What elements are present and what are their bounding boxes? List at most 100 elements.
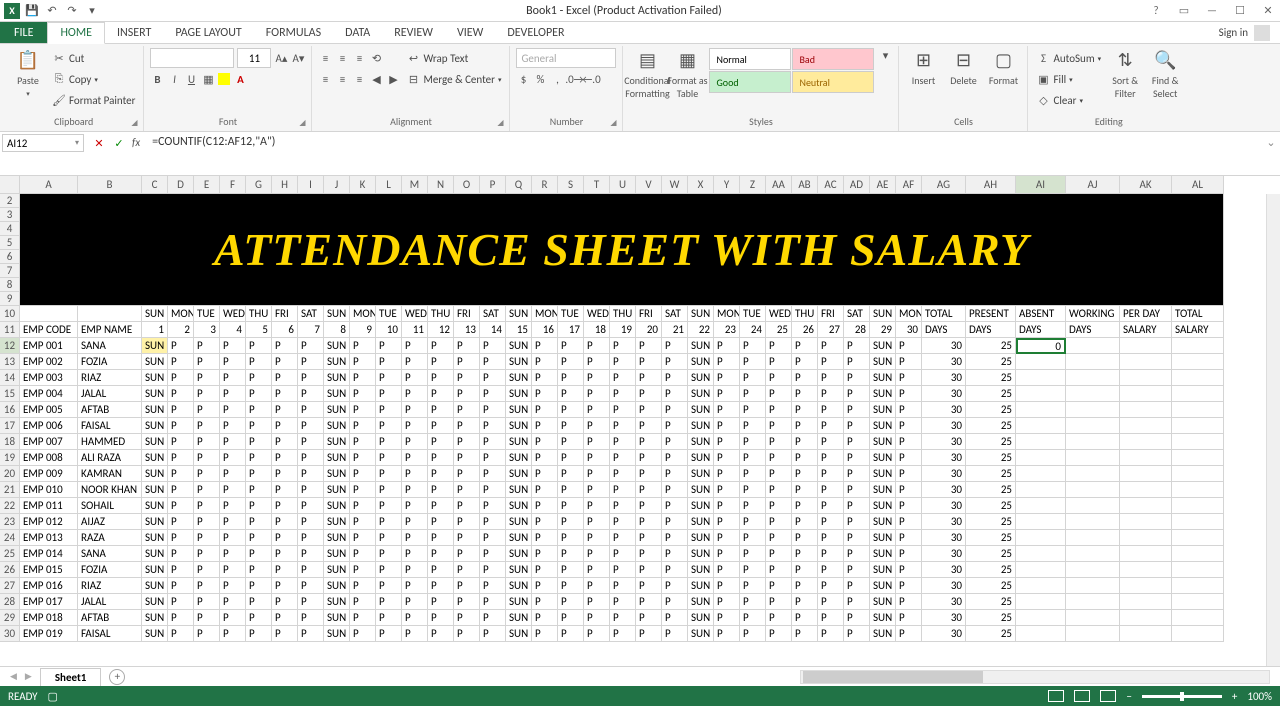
cell[interactable]: P <box>532 610 558 626</box>
fx-icon[interactable]: fx <box>132 136 140 149</box>
cell[interactable]: P <box>766 434 792 450</box>
cell[interactable]: SUN <box>870 578 896 594</box>
row-header[interactable]: 11 <box>0 322 20 338</box>
cell[interactable]: SUN <box>688 402 714 418</box>
cell[interactable]: EMP 012 <box>20 514 78 530</box>
row-header[interactable]: 20 <box>0 466 20 482</box>
cell[interactable] <box>1016 514 1066 530</box>
cell[interactable]: P <box>584 530 610 546</box>
cell[interactable]: P <box>298 434 324 450</box>
cell[interactable]: EMP 018 <box>20 610 78 626</box>
cell[interactable]: 29 <box>870 322 896 338</box>
cell[interactable] <box>1172 450 1224 466</box>
cell[interactable]: P <box>168 578 194 594</box>
cell[interactable]: P <box>220 594 246 610</box>
close-icon[interactable]: ✕ <box>1260 3 1276 19</box>
cell[interactable]: P <box>454 370 480 386</box>
cell[interactable]: 3 <box>194 322 220 338</box>
cell[interactable]: P <box>818 354 844 370</box>
cell[interactable]: P <box>584 418 610 434</box>
column-header[interactable]: U <box>610 176 636 194</box>
cell[interactable]: EMP 010 <box>20 482 78 498</box>
cell[interactable]: P <box>220 498 246 514</box>
cell[interactable]: P <box>792 626 818 642</box>
column-header[interactable]: T <box>584 176 610 194</box>
delete-cells-button[interactable]: ⊟Delete <box>945 48 981 87</box>
cell[interactable]: P <box>766 450 792 466</box>
column-header[interactable]: W <box>662 176 688 194</box>
macro-record-icon[interactable]: ▢ <box>48 690 58 703</box>
cell[interactable]: P <box>896 450 922 466</box>
cell[interactable]: P <box>350 434 376 450</box>
cell[interactable]: P <box>896 546 922 562</box>
cell[interactable]: SUN <box>324 466 350 482</box>
cell[interactable]: P <box>454 530 480 546</box>
cell[interactable]: P <box>896 610 922 626</box>
cell[interactable]: P <box>740 402 766 418</box>
cell[interactable]: P <box>558 610 584 626</box>
cell[interactable]: P <box>558 594 584 610</box>
cell[interactable]: P <box>246 546 272 562</box>
cell[interactable]: P <box>402 402 428 418</box>
cell[interactable]: 12 <box>428 322 454 338</box>
column-header[interactable]: AH <box>966 176 1016 194</box>
vertical-scrollbar[interactable] <box>1266 194 1280 666</box>
cell[interactable]: P <box>272 466 298 482</box>
cell[interactable]: P <box>818 594 844 610</box>
column-header[interactable]: A <box>20 176 78 194</box>
cell[interactable]: SUN <box>142 546 168 562</box>
align-left-icon[interactable]: ≡ <box>318 72 332 86</box>
cell[interactable]: SUN <box>870 482 896 498</box>
cell[interactable]: P <box>272 514 298 530</box>
cell[interactable]: P <box>480 626 506 642</box>
cell[interactable]: WED <box>584 306 610 322</box>
cell[interactable] <box>1066 530 1120 546</box>
cell[interactable]: P <box>428 370 454 386</box>
cell[interactable]: P <box>246 578 272 594</box>
cell[interactable]: P <box>610 514 636 530</box>
cell[interactable]: MON <box>350 306 376 322</box>
cell[interactable]: P <box>194 354 220 370</box>
cell[interactable]: THU <box>246 306 272 322</box>
cell[interactable]: P <box>168 514 194 530</box>
cell[interactable]: P <box>402 386 428 402</box>
column-header[interactable]: S <box>558 176 584 194</box>
cell[interactable]: P <box>610 626 636 642</box>
cell[interactable] <box>1016 450 1066 466</box>
tab-insert[interactable]: INSERT <box>105 22 163 43</box>
cell[interactable]: P <box>168 450 194 466</box>
cell[interactable]: P <box>376 530 402 546</box>
cell[interactable] <box>1016 610 1066 626</box>
cell[interactable]: P <box>792 338 818 354</box>
cell[interactable]: P <box>584 466 610 482</box>
cell[interactable]: SUN <box>688 338 714 354</box>
tab-developer[interactable]: DEVELOPER <box>495 22 576 43</box>
cell[interactable]: P <box>818 386 844 402</box>
cell[interactable]: P <box>402 370 428 386</box>
cell[interactable]: 25 <box>966 386 1016 402</box>
cell[interactable]: 18 <box>584 322 610 338</box>
cell[interactable]: P <box>584 578 610 594</box>
cell[interactable]: 25 <box>966 546 1016 562</box>
cell[interactable]: P <box>402 354 428 370</box>
cell[interactable]: SUN <box>324 418 350 434</box>
cell[interactable]: P <box>636 354 662 370</box>
cell[interactable]: P <box>428 610 454 626</box>
cell[interactable]: P <box>818 466 844 482</box>
cell[interactable]: P <box>792 514 818 530</box>
cell[interactable]: P <box>272 338 298 354</box>
row-header[interactable]: 15 <box>0 386 20 402</box>
cell[interactable]: P <box>480 498 506 514</box>
cell[interactable]: P <box>532 482 558 498</box>
cell[interactable]: P <box>168 482 194 498</box>
cell[interactable]: P <box>584 386 610 402</box>
cell[interactable] <box>78 306 142 322</box>
cell[interactable]: 30 <box>922 578 966 594</box>
cell[interactable]: P <box>402 434 428 450</box>
cell[interactable]: 25 <box>966 562 1016 578</box>
cell[interactable] <box>1120 434 1172 450</box>
cell[interactable] <box>1066 370 1120 386</box>
cell[interactable]: P <box>194 450 220 466</box>
cell[interactable]: AFTAB <box>78 610 142 626</box>
cell[interactable]: P <box>714 626 740 642</box>
